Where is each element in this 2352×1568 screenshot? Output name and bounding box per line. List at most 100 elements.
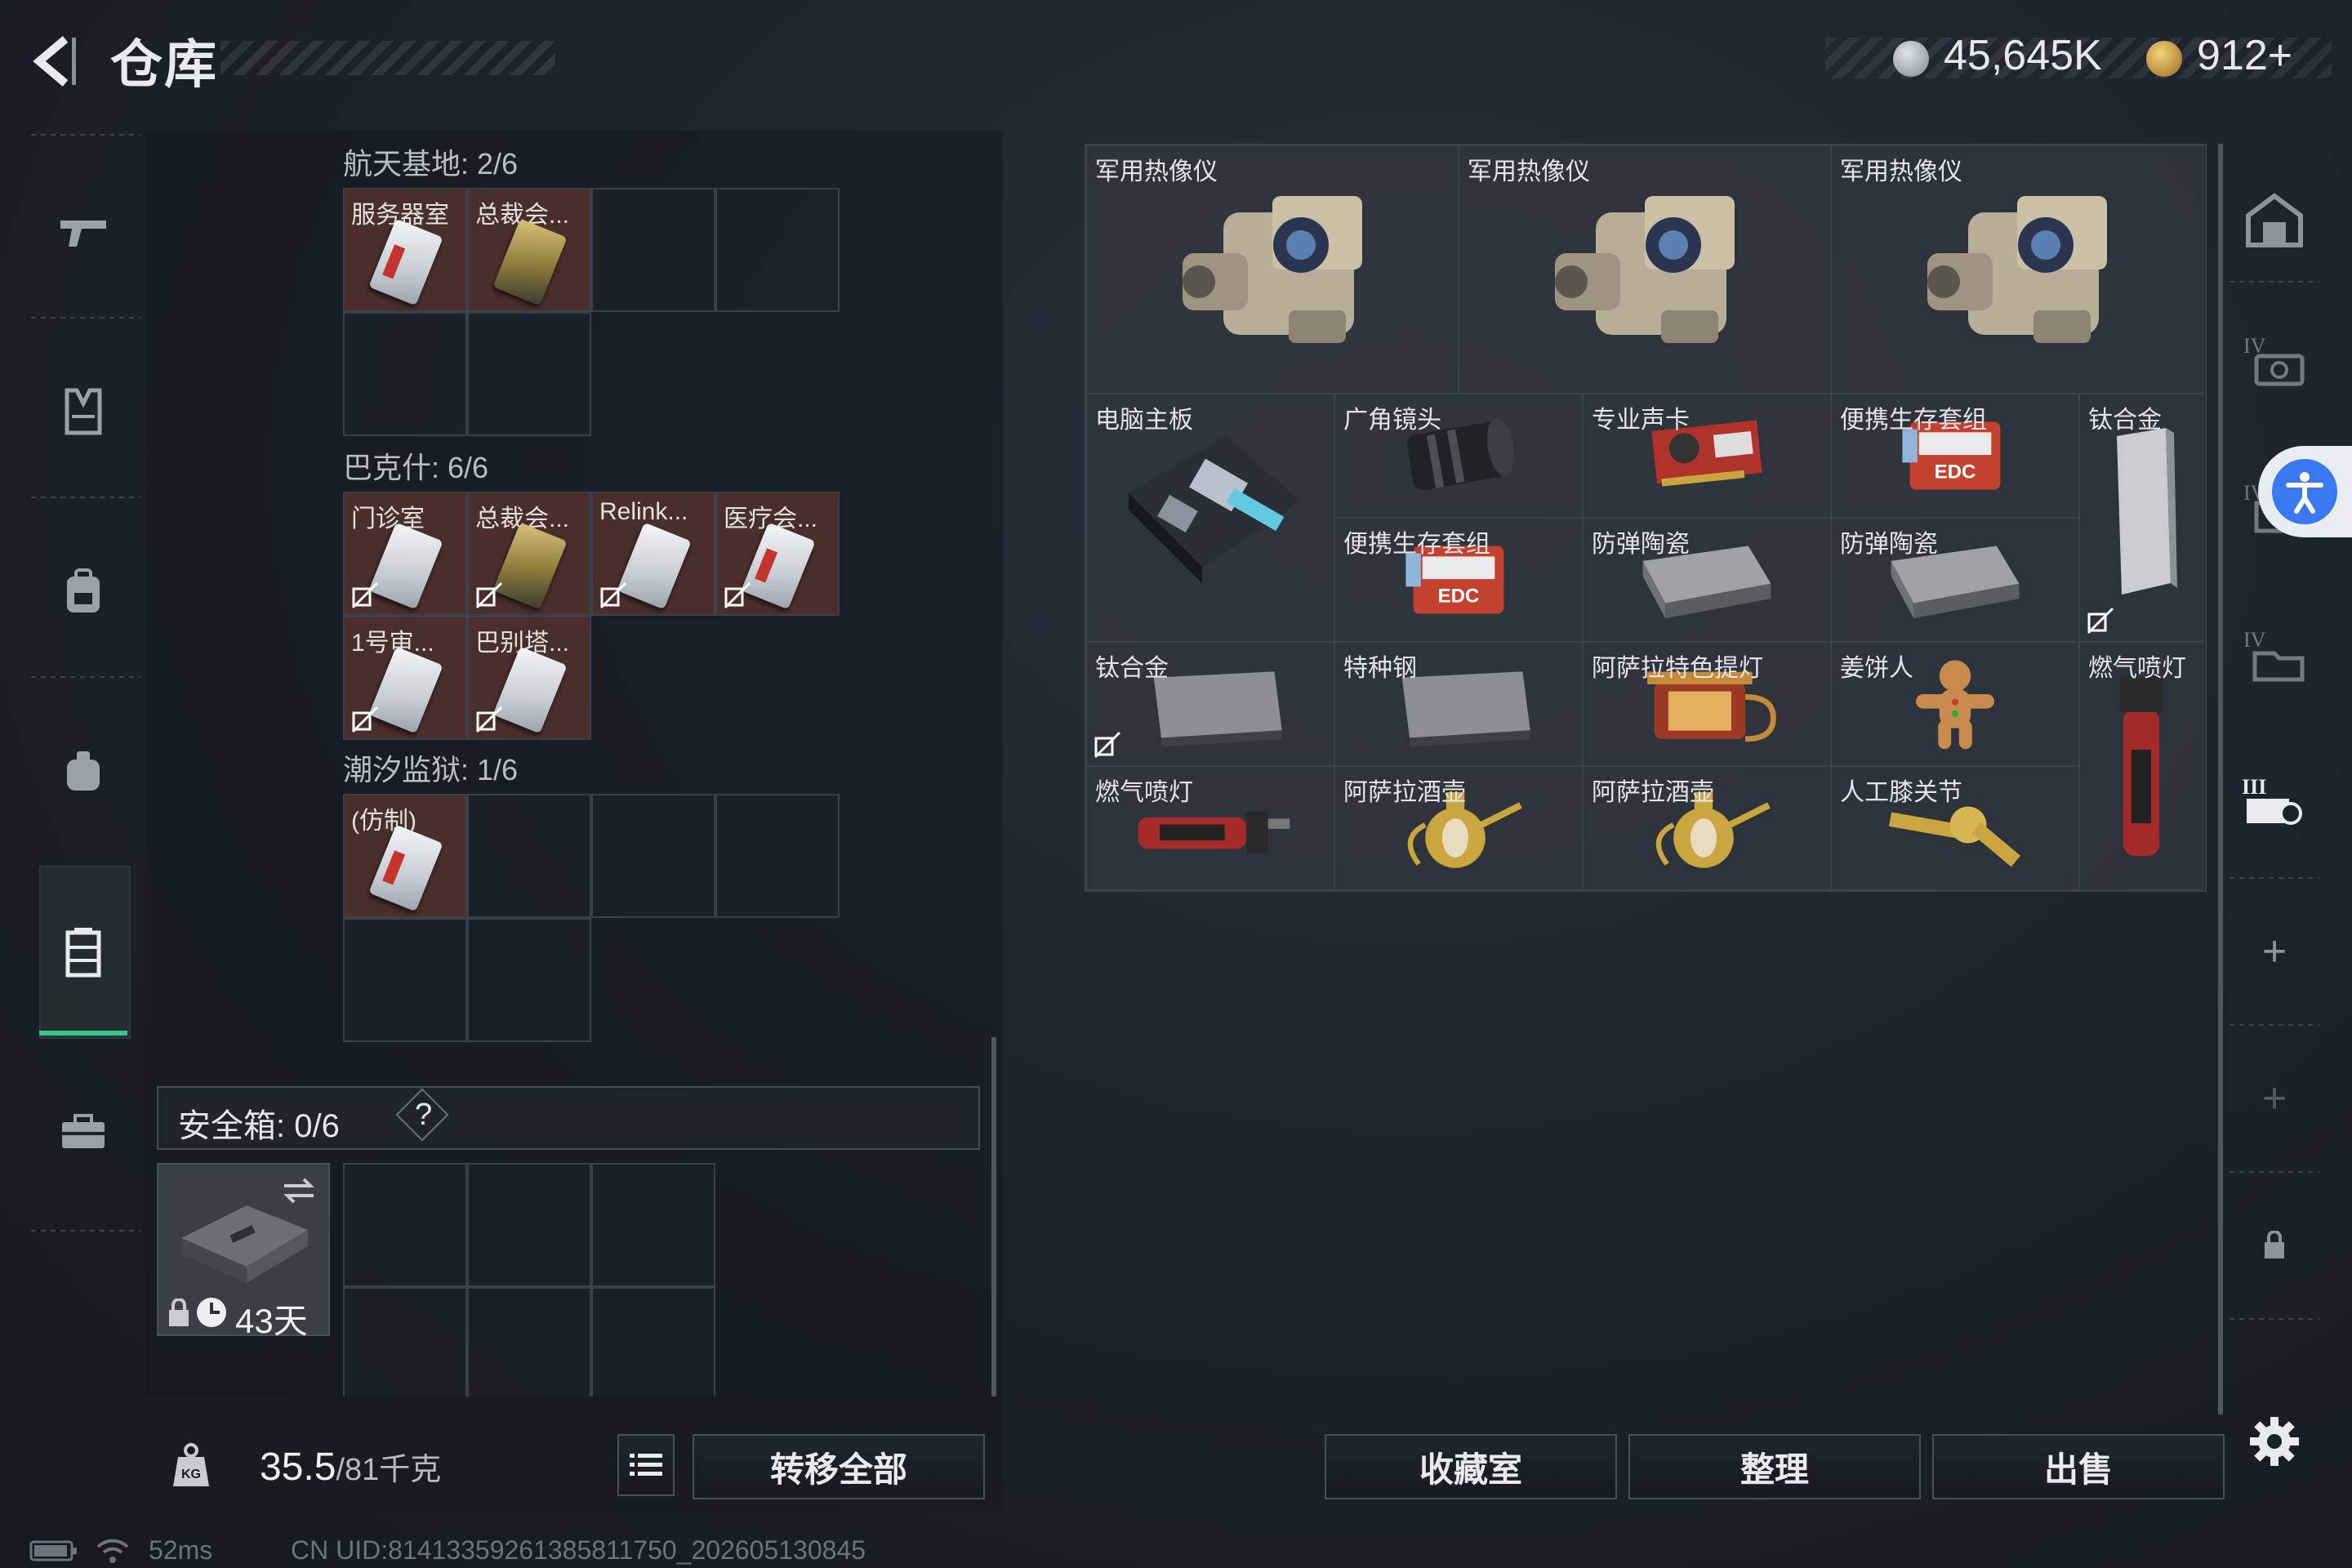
empty-slot[interactable] [715, 188, 840, 312]
svg-text:KG: KG [181, 1468, 201, 1481]
stash-item[interactable]: 特种钢 [1334, 642, 1583, 766]
stash-item[interactable]: 姜饼人 [1831, 642, 2079, 766]
ping-text: 52ms [149, 1535, 213, 1565]
keycard-icon [492, 522, 568, 610]
key-slot[interactable]: 巴别塔... [467, 616, 591, 740]
list-view-button[interactable] [617, 1434, 675, 1496]
sidebar-divider [31, 497, 140, 498]
gold-currency-value[interactable]: 912+ [2197, 31, 2292, 80]
key-slot[interactable]: 服务器室 [343, 188, 467, 312]
key-slot[interactable]: 总裁会... [467, 188, 591, 312]
stash-item[interactable]: 军用热像仪 [1459, 145, 1831, 394]
empty-slot[interactable] [343, 312, 467, 436]
stash-item[interactable]: 钛合金 [2079, 394, 2203, 642]
locked-storage[interactable] [2238, 1209, 2311, 1282]
stash-item[interactable]: 人工膝关节 [1831, 766, 2079, 890]
safe-empty-slot[interactable] [343, 1287, 467, 1411]
no-drop-icon [351, 581, 379, 609]
stash-item[interactable]: 燃气喷灯 [2079, 642, 2203, 890]
stash-item[interactable]: 广角镜头 [1334, 394, 1583, 518]
item-name: 军用热像仪 [1468, 158, 1590, 185]
safe-empty-slot[interactable] [343, 1163, 467, 1287]
keycard-icon [741, 522, 816, 610]
empty-slot[interactable] [343, 918, 467, 1042]
stash-item[interactable]: 防弹陶瓷 [1583, 518, 1831, 642]
sidebar-item-toolbox[interactable] [49, 1098, 118, 1166]
weight-display: 35.5/81千克 [260, 1444, 441, 1490]
key-slot[interactable]: 门诊室 [343, 492, 467, 616]
sidebar-item-container[interactable] [49, 918, 118, 987]
item-name: 防弹陶瓷 [1840, 531, 1938, 558]
sidebar-item-weapons[interactable] [49, 198, 118, 266]
empty-slot[interactable] [591, 794, 715, 918]
rside-tab-depot[interactable] [2238, 183, 2311, 256]
rside-divider [2230, 1024, 2319, 1026]
safe-empty-slot[interactable] [467, 1287, 591, 1411]
back-arrow-icon[interactable] [24, 33, 82, 90]
settings-button[interactable] [2238, 1405, 2311, 1478]
wifi-icon [96, 1539, 129, 1563]
rside-tab-level4-c[interactable]: IV [2238, 617, 2311, 691]
no-drop-icon [1094, 731, 1121, 759]
accessibility-icon[interactable] [2272, 459, 2337, 524]
empty-slot[interactable] [591, 188, 715, 312]
svg-text:IV: IV [2243, 628, 2266, 652]
item-name: 专业声卡 [1592, 407, 1690, 434]
add-storage-icon[interactable]: + [2238, 915, 2311, 988]
stash-item[interactable]: 军用热像仪 [1831, 145, 2203, 394]
help-icon[interactable]: ? [415, 1098, 432, 1133]
left-scrollbar[interactable] [991, 1037, 996, 1421]
item-name: 阿萨拉酒壶 [1343, 779, 1466, 806]
no-drop-icon [724, 581, 751, 609]
stash-item[interactable]: 专业声卡 [1583, 394, 1831, 518]
safe-box-slot[interactable]: 43天 [157, 1163, 330, 1340]
tier-iii-storage-icon: III [2242, 775, 2302, 825]
key-slot[interactable]: 1号审... [343, 616, 467, 740]
rside-divider [2230, 281, 2319, 283]
sidebar-divider [31, 1230, 140, 1232]
stash-item[interactable]: 便携生存套组 EDC [1334, 518, 1583, 642]
sidebar-item-backpack[interactable] [49, 557, 118, 626]
empty-slot[interactable] [467, 794, 591, 918]
empty-slot[interactable] [467, 312, 591, 436]
safe-empty-slot[interactable] [467, 1163, 591, 1287]
stash-item[interactable]: 军用热像仪 [1086, 145, 1459, 394]
collection-room-button[interactable]: 收藏室 [1325, 1434, 1617, 1499]
stash-item[interactable]: 便携生存套组 EDC [1831, 394, 2079, 518]
empty-slot[interactable] [715, 794, 840, 918]
key-slot[interactable]: (仿制) [343, 794, 467, 918]
stash-item[interactable]: 防弹陶瓷 [1831, 518, 2079, 642]
sell-button[interactable]: 出售 [1932, 1434, 2225, 1499]
gear-icon [2250, 1417, 2299, 1466]
stash-item[interactable]: 钛合金 [1086, 642, 1334, 766]
stash-item[interactable]: 电脑主板 [1086, 394, 1334, 642]
stash-item[interactable]: 阿萨拉酒壶 [1583, 766, 1831, 890]
right-scrollbar[interactable] [2218, 144, 2223, 1414]
sort-button[interactable]: 整理 [1628, 1434, 1921, 1499]
transfer-all-button[interactable]: 转移全部 [693, 1434, 985, 1499]
sidebar-item-armor[interactable] [49, 377, 118, 446]
sidebar-divider [31, 134, 140, 136]
sidebar-item-pouch[interactable] [49, 737, 118, 805]
stash-item[interactable]: 阿萨拉酒壶 [1334, 766, 1583, 890]
rside-tab-level4-a[interactable]: IV [2238, 323, 2311, 397]
empty-slot[interactable] [467, 918, 591, 1042]
key-slot[interactable]: Relink... [591, 492, 715, 616]
stash-item[interactable]: 燃气喷灯 [1086, 766, 1334, 890]
svg-text:EDC: EDC [1438, 586, 1480, 608]
tier-iv-storage-icon: IV [2243, 334, 2305, 386]
stash-item[interactable]: 阿萨拉特色提灯 [1583, 642, 1831, 766]
add-storage-icon[interactable]: + [2238, 1062, 2311, 1135]
keycard-icon [368, 646, 443, 734]
rside-tab-level3[interactable]: III [2238, 764, 2311, 838]
safe-empty-slot[interactable] [591, 1287, 715, 1411]
safe-box-header: 安全箱: 0/6 ? [157, 1086, 980, 1150]
key-slot[interactable]: 医疗会... [715, 492, 840, 616]
vest-icon [65, 388, 102, 435]
svg-text:EDC: EDC [1935, 461, 1976, 483]
key-slot[interactable]: 总裁会... [467, 492, 591, 616]
safe-empty-slot[interactable] [591, 1163, 715, 1287]
no-drop-icon [599, 581, 627, 609]
depot-icon [2246, 193, 2303, 247]
swap-icon[interactable] [281, 1174, 317, 1207]
